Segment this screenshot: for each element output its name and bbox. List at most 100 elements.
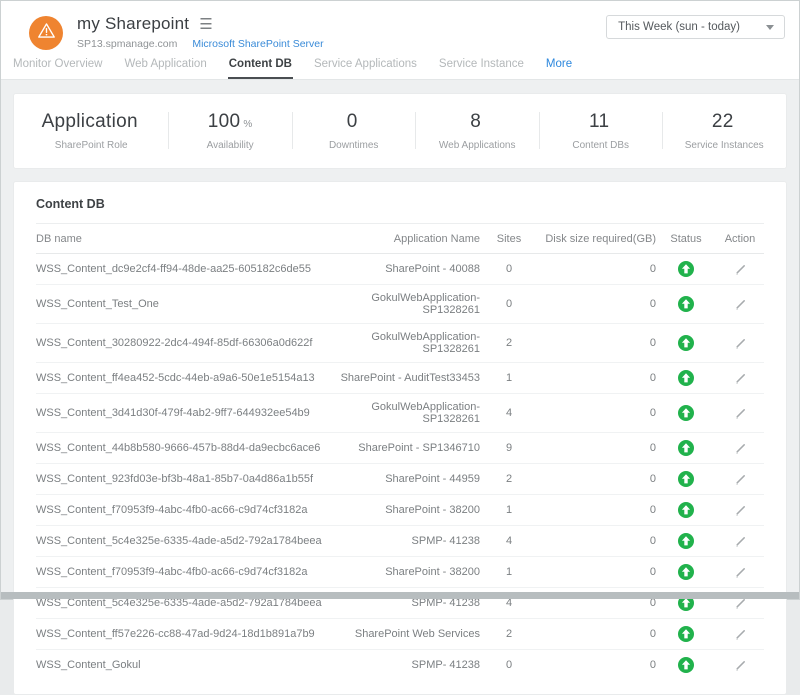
application-name-cell: SPMP- 41238 [330, 526, 480, 557]
application-name-cell: SharePoint - 40088 [330, 254, 480, 285]
table-row[interactable]: WSS_Content_Gokul SPMP- 41238 0 0 [36, 650, 764, 681]
db-name-cell: WSS_Content_f70953f9-4abc-4fb0-ac66-c9d7… [36, 495, 330, 526]
stat-cell: 100% Availability [168, 109, 292, 154]
stat-label: Web Applications [415, 140, 539, 151]
hamburger-menu-icon[interactable]: ☰ [199, 17, 212, 32]
tab-item[interactable]: Service Instance [438, 50, 525, 79]
sites-cell: 1 [480, 495, 538, 526]
application-name-cell: GokulWebApplication- SP1328261 [330, 394, 480, 433]
tab-item[interactable]: More [545, 50, 573, 79]
stat-cell: Application SharePoint Role [14, 109, 168, 154]
disk-size-cell: 0 [538, 526, 656, 557]
edit-pencil-icon[interactable] [734, 442, 747, 455]
disk-size-cell: 0 [538, 324, 656, 363]
period-selector-dropdown[interactable]: This Week (sun - today) [606, 15, 785, 39]
tab-item[interactable]: Service Applications [313, 50, 418, 79]
col-header-action[interactable]: Action [716, 224, 764, 254]
tab-item[interactable]: Monitor Overview [12, 50, 103, 79]
tab-item[interactable]: Web Application [123, 50, 207, 79]
sites-cell: 2 [480, 324, 538, 363]
sites-cell: 4 [480, 526, 538, 557]
col-header-sites[interactable]: Sites [480, 224, 538, 254]
content-db-card: Content DB DB name Application Name Site… [13, 181, 787, 695]
table-row[interactable]: WSS_Content_ff4ea452-5cdc-44eb-a9a6-50e1… [36, 363, 764, 394]
db-name-cell: WSS_Content_923fd03e-bf3b-48a1-85b7-0a4d… [36, 464, 330, 495]
edit-pencil-icon[interactable] [734, 372, 747, 385]
disk-size-cell: 0 [538, 495, 656, 526]
sites-cell: 1 [480, 363, 538, 394]
stat-value: 100 [208, 111, 241, 132]
col-header-db-name[interactable]: DB name [36, 224, 330, 254]
sites-cell: 2 [480, 464, 538, 495]
warning-triangle-icon [37, 22, 56, 44]
stat-value: Application [42, 111, 138, 132]
status-up-icon [678, 626, 694, 642]
table-row[interactable]: WSS_Content_dc9e2cf4-ff94-48de-aa25-6051… [36, 254, 764, 285]
period-selector-value: This Week (sun - today) [618, 21, 740, 33]
edit-pencil-icon[interactable] [734, 628, 747, 641]
edit-pencil-icon[interactable] [734, 566, 747, 579]
edit-pencil-icon[interactable] [734, 504, 747, 517]
edit-pencil-icon[interactable] [734, 407, 747, 420]
tab-item[interactable]: Content DB [228, 50, 293, 79]
stat-suffix: % [243, 119, 252, 130]
sites-cell: 0 [480, 254, 538, 285]
disk-size-cell: 0 [538, 619, 656, 650]
application-name-cell: GokulWebApplication- SP1328261 [330, 324, 480, 363]
stat-cell: 8 Web Applications [415, 109, 539, 154]
db-name-cell: WSS_Content_44b8b580-9666-457b-88d4-da9e… [36, 433, 330, 464]
table-row[interactable]: WSS_Content_5c4e325e-6335-4ade-a5d2-792a… [36, 526, 764, 557]
stat-label: Content DBs [539, 140, 663, 151]
db-name-cell: WSS_Content_3d41d30f-479f-4ab2-9ff7-6449… [36, 394, 330, 433]
status-up-icon [678, 370, 694, 386]
edit-pencil-icon[interactable] [734, 337, 747, 350]
stat-label: Service Instances [662, 140, 786, 151]
monitor-title: my Sharepoint [77, 14, 189, 34]
table-row[interactable]: WSS_Content_44b8b580-9666-457b-88d4-da9e… [36, 433, 764, 464]
edit-pencil-icon[interactable] [734, 263, 747, 276]
edit-pencil-icon[interactable] [734, 659, 747, 672]
edit-pencil-icon[interactable] [734, 473, 747, 486]
db-name-cell: WSS_Content_f70953f9-4abc-4fb0-ac66-c9d7… [36, 557, 330, 588]
status-up-icon [678, 405, 694, 421]
sites-cell: 2 [480, 619, 538, 650]
application-name-cell: GokulWebApplication- SP1328261 [330, 285, 480, 324]
sites-cell: 9 [480, 433, 538, 464]
stat-value: 8 [470, 111, 481, 132]
monitor-logo [29, 16, 63, 50]
tab-label: Web Application [123, 50, 207, 79]
table-row[interactable]: WSS_Content_30280922-2dc4-494f-85df-6630… [36, 324, 764, 363]
disk-size-cell: 0 [538, 394, 656, 433]
disk-size-cell: 0 [538, 363, 656, 394]
table-header-row: DB name Application Name Sites Disk size… [36, 224, 764, 254]
table-row[interactable]: WSS_Content_f70953f9-4abc-4fb0-ac66-c9d7… [36, 557, 764, 588]
section-title: Content DB [36, 197, 764, 224]
status-up-icon [678, 657, 694, 673]
tab-label: Service Applications [313, 50, 418, 79]
db-name-cell: WSS_Content_ff4ea452-5cdc-44eb-a9a6-50e1… [36, 363, 330, 394]
status-up-icon [678, 296, 694, 312]
sites-cell: 0 [480, 285, 538, 324]
table-row[interactable]: WSS_Content_ff57e226-cc88-47ad-9d24-18d1… [36, 619, 764, 650]
edit-pencil-icon[interactable] [734, 298, 747, 311]
edit-pencil-icon[interactable] [734, 535, 747, 548]
table-row[interactable]: WSS_Content_f70953f9-4abc-4fb0-ac66-c9d7… [36, 495, 764, 526]
col-header-application-name[interactable]: Application Name [330, 224, 480, 254]
stat-label: Availability [168, 140, 292, 151]
server-type-link[interactable]: Microsoft SharePoint Server [192, 38, 323, 50]
status-up-icon [678, 533, 694, 549]
chevron-down-icon [766, 25, 774, 30]
db-name-cell: WSS_Content_5c4e325e-6335-4ade-a5d2-792a… [36, 526, 330, 557]
col-header-disk-size[interactable]: Disk size required(GB) [538, 224, 656, 254]
sharepoint-monitor-page: my Sharepoint ☰ SP13.spmanage.com Micros… [0, 0, 800, 600]
status-up-icon [678, 502, 694, 518]
table-row[interactable]: WSS_Content_923fd03e-bf3b-48a1-85b7-0a4d… [36, 464, 764, 495]
disk-size-cell: 0 [538, 557, 656, 588]
stat-label: SharePoint Role [14, 140, 168, 151]
disk-size-cell: 0 [538, 650, 656, 681]
table-row[interactable]: WSS_Content_3d41d30f-479f-4ab2-9ff7-6449… [36, 394, 764, 433]
application-name-cell: SharePoint - 38200 [330, 495, 480, 526]
stat-label: Downtimes [292, 140, 416, 151]
table-row[interactable]: WSS_Content_Test_One GokulWebApplication… [36, 285, 764, 324]
col-header-status[interactable]: Status [656, 224, 716, 254]
